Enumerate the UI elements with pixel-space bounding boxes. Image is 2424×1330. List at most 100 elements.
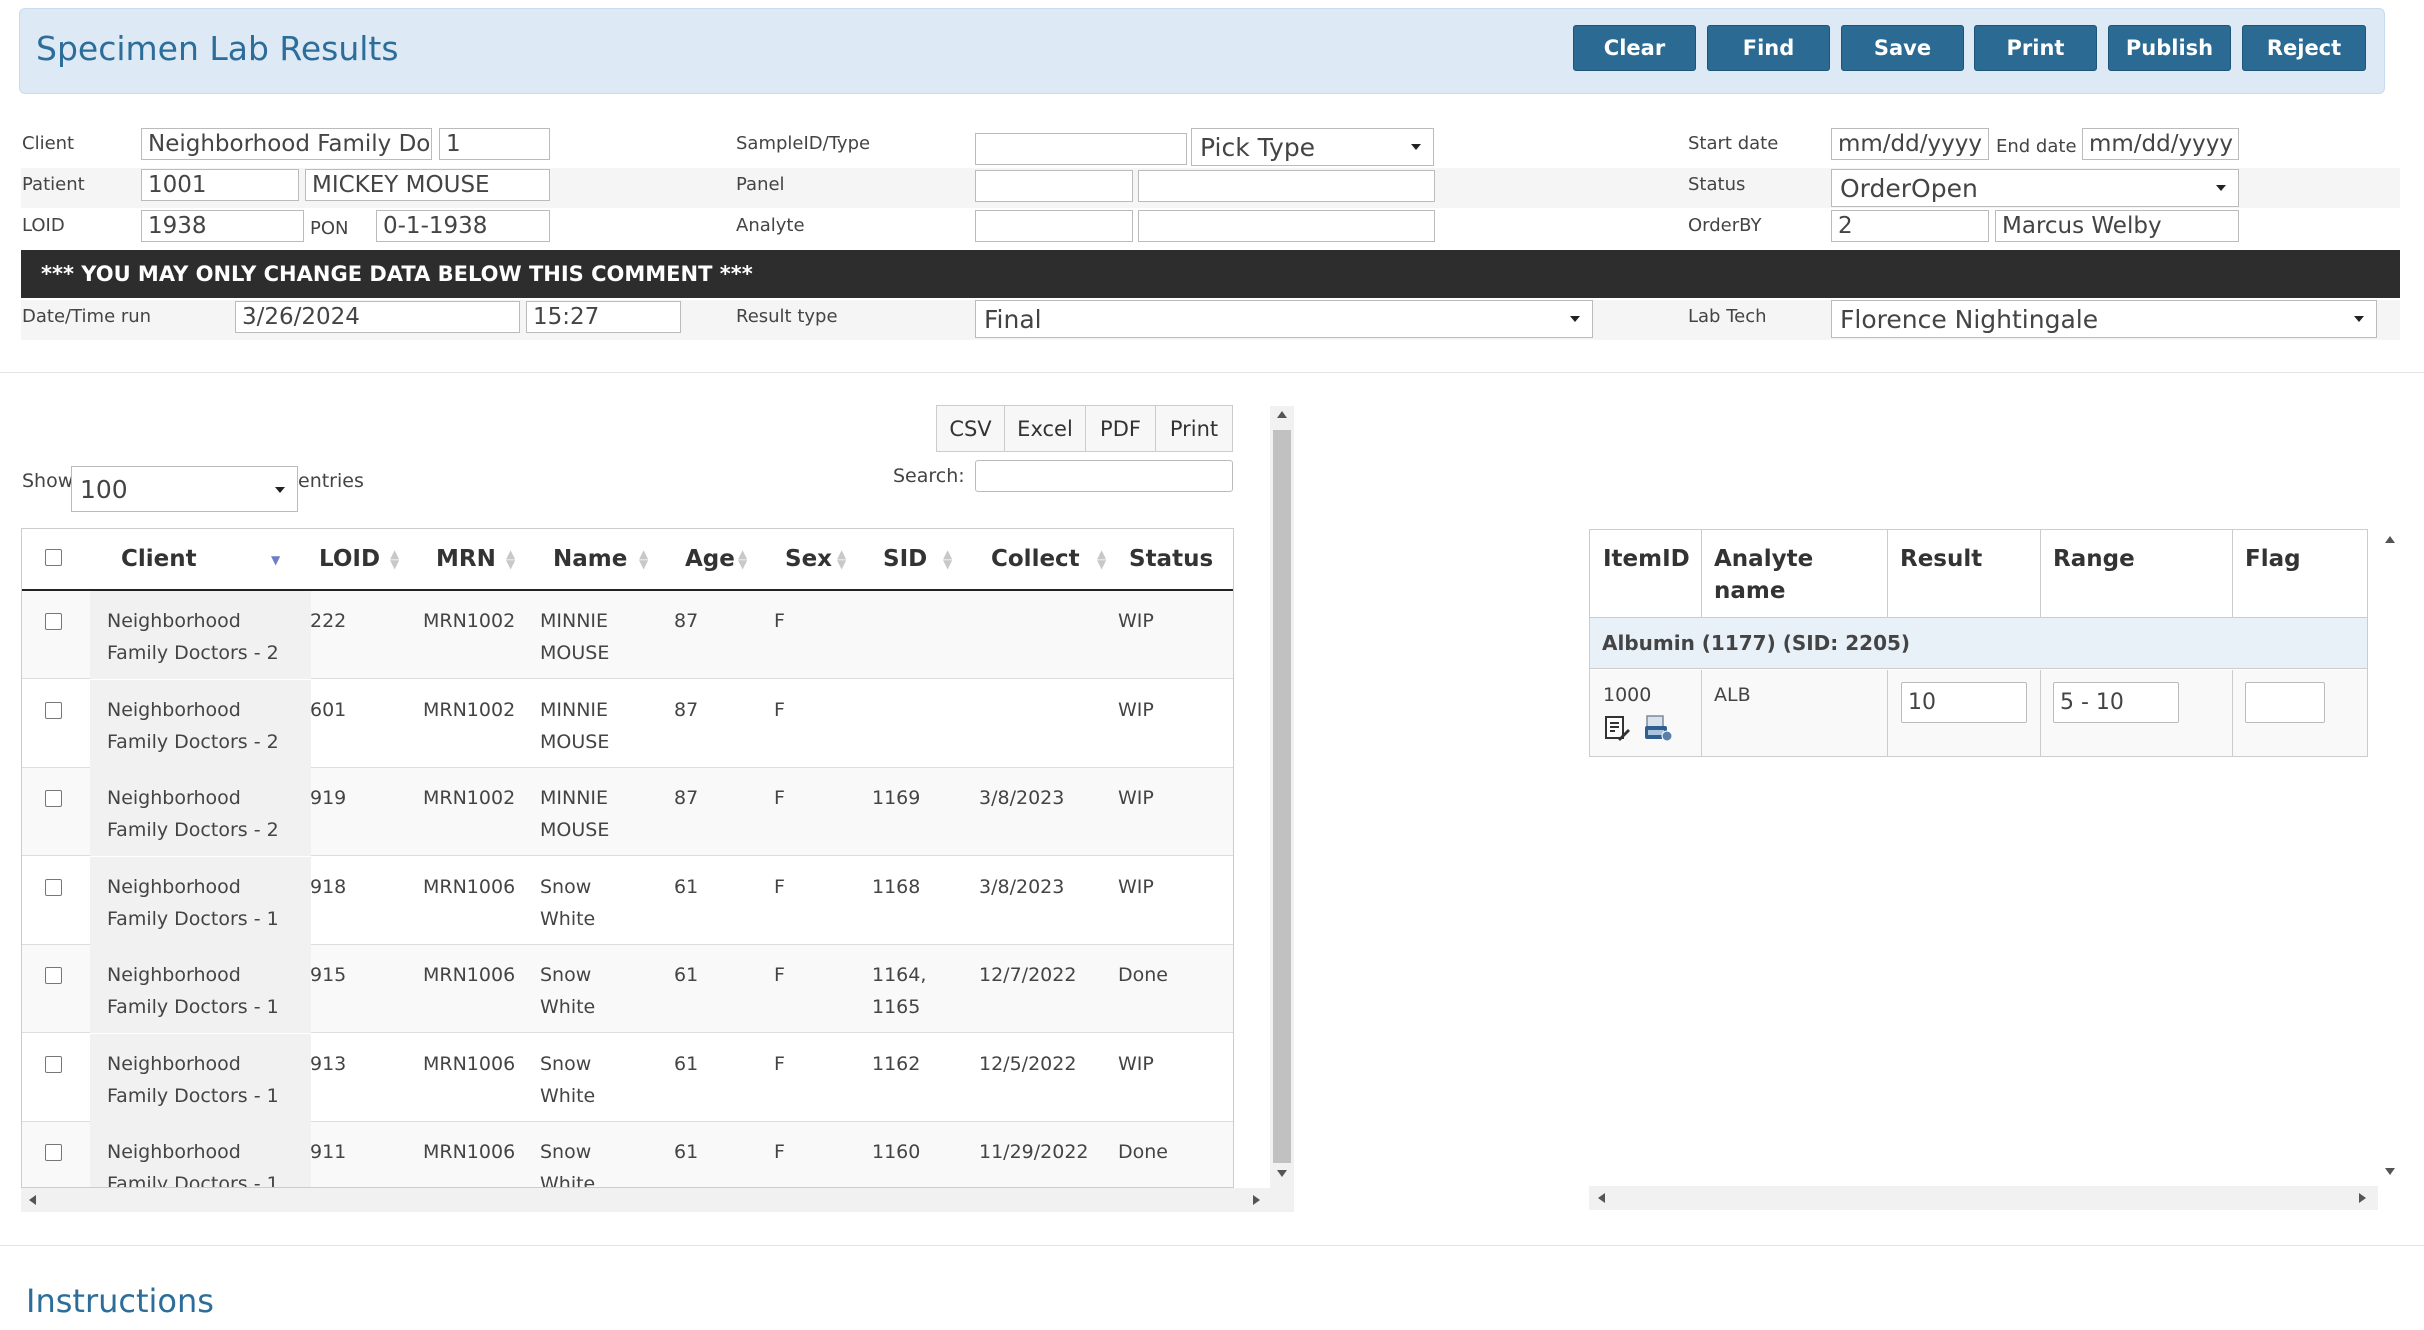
row-checkbox[interactable] — [45, 613, 62, 630]
row-checkbox[interactable] — [45, 1056, 62, 1073]
orderby-id-field[interactable]: 2 — [1831, 210, 1989, 242]
clear-button[interactable]: Clear — [1573, 25, 1696, 71]
sort-icon[interactable]: ▲ ▼ — [390, 548, 399, 570]
table-row[interactable]: Neighborhood Family Doctors - 2 919 MRN10… — [22, 768, 1233, 856]
loid-field[interactable]: 1938 — [141, 210, 304, 242]
client-id-field[interactable]: 1 — [439, 128, 550, 160]
scroll-right-icon[interactable] — [1253, 1195, 1260, 1205]
column-sid[interactable]: SID — [883, 546, 927, 572]
chevron-down-icon — [2216, 185, 2226, 191]
scroll-up-icon[interactable] — [1277, 411, 1287, 418]
sex-cell: F — [774, 964, 785, 986]
sort-icon[interactable]: ▲ ▼ — [943, 548, 952, 570]
sid-cell: 1162 — [872, 1053, 921, 1075]
start-date-field[interactable]: mm/dd/yyyy — [1831, 128, 1989, 160]
analyte-label: Analyte — [736, 215, 805, 236]
column-client[interactable]: Client — [121, 546, 197, 572]
scroll-right-icon[interactable] — [2359, 1193, 2366, 1203]
end-date-field[interactable]: mm/dd/yyyy — [2082, 128, 2239, 160]
age-cell: 87 — [674, 699, 699, 721]
result-type-label: Result type — [736, 306, 838, 327]
export-csv-button[interactable]: CSV — [936, 405, 1005, 452]
loid-cell: 918 — [310, 876, 347, 898]
scroll-left-icon[interactable] — [29, 1195, 36, 1205]
table-row[interactable]: Neighborhood Family Doctors - 1 913 MRN10… — [22, 1034, 1233, 1122]
publish-button[interactable]: Publish — [2108, 25, 2231, 71]
analyte-name-field[interactable] — [1138, 210, 1435, 242]
scroll-down-icon[interactable] — [1277, 1170, 1287, 1177]
row-checkbox[interactable] — [45, 790, 62, 807]
row-checkbox[interactable] — [45, 879, 62, 896]
sort-icon[interactable]: ▲ ▼ — [506, 548, 515, 570]
column-loid[interactable]: LOID — [319, 546, 380, 572]
age-cell: 61 — [674, 1053, 699, 1075]
date-run-field[interactable]: 3/26/2024 — [235, 301, 520, 333]
pon-field[interactable]: 0-1-1938 — [376, 210, 550, 242]
scroll-up-icon[interactable] — [2385, 536, 2395, 543]
name-cell: Snow White — [540, 964, 596, 1018]
mrn-cell: MRN1006 — [423, 1053, 516, 1075]
collect-cell: 12/5/2022 — [979, 1053, 1077, 1075]
entries-per-page-select[interactable]: 100 — [71, 466, 298, 512]
save-button[interactable]: Save — [1841, 25, 1964, 71]
results-header: ItemID Analyte name Result Range Flag — [1590, 530, 2367, 618]
list-horizontal-scrollbar[interactable] — [21, 1188, 1294, 1212]
column-age[interactable]: Age — [685, 546, 735, 572]
range-input[interactable]: 5 - 10 — [2053, 682, 2179, 723]
column-sex[interactable]: Sex — [785, 546, 832, 572]
status-label: Status — [1688, 174, 1746, 195]
column-mrn[interactable]: MRN — [436, 546, 496, 572]
sample-id-field[interactable] — [975, 133, 1187, 165]
sort-icon[interactable]: ▲ ▼ — [837, 548, 846, 570]
column-name[interactable]: Name — [553, 546, 627, 572]
edit-note-icon[interactable] — [1603, 714, 1631, 742]
list-vertical-scrollbar[interactable] — [1270, 406, 1294, 1211]
sort-icon[interactable]: ▲ ▼ — [738, 548, 747, 570]
time-run-field[interactable]: 15:27 — [526, 301, 681, 333]
panel-code-field[interactable] — [975, 170, 1133, 202]
sort-desc-icon[interactable]: ▼ — [271, 554, 280, 566]
table-row[interactable]: Neighborhood Family Doctors - 2 601 MRN10… — [22, 680, 1233, 768]
result-row: 1000 ALB 10 5 - 10 — [1590, 670, 2367, 756]
flag-input[interactable] — [2245, 682, 2325, 723]
result-input[interactable]: 10 — [1901, 682, 2027, 723]
find-button[interactable]: Find — [1707, 25, 1830, 71]
patient-name-field[interactable]: MICKEY MOUSE — [305, 169, 550, 201]
export-print-button[interactable]: Print — [1155, 405, 1233, 452]
table-row[interactable]: Neighborhood Family Doctors - 1 911 MRN10… — [22, 1122, 1233, 1187]
column-collect[interactable]: Collect — [991, 546, 1080, 572]
status-select[interactable]: OrderOpen — [1831, 169, 2239, 207]
lab-report-icon[interactable] — [1643, 714, 1673, 742]
show-label: Show — [22, 470, 74, 492]
row-checkbox[interactable] — [45, 1144, 62, 1161]
sample-type-select[interactable]: Pick Type — [1191, 128, 1434, 166]
scrollbar-thumb[interactable] — [1273, 430, 1291, 1163]
select-all-checkbox[interactable] — [45, 549, 62, 566]
table-row[interactable]: Neighborhood Family Doctors - 1 915 MRN10… — [22, 945, 1233, 1033]
column-status[interactable]: Status — [1129, 546, 1213, 572]
patient-id-field[interactable]: 1001 — [141, 169, 299, 201]
scroll-left-icon[interactable] — [1598, 1193, 1605, 1203]
results-vertical-scrollbar[interactable] — [2378, 528, 2402, 1184]
export-pdf-button[interactable]: PDF — [1085, 405, 1156, 452]
reject-button[interactable]: Reject — [2242, 25, 2366, 71]
client-name-field[interactable]: Neighborhood Family Doct — [141, 128, 432, 160]
result-type-select[interactable]: Final — [975, 300, 1593, 338]
row-checkbox[interactable] — [45, 967, 62, 984]
lab-tech-select[interactable]: Florence Nightingale — [1831, 300, 2377, 338]
analyte-code-field[interactable] — [975, 210, 1133, 242]
table-row[interactable]: Neighborhood Family Doctors - 1 918 MRN10… — [22, 857, 1233, 945]
panel-name-field[interactable] — [1138, 170, 1435, 202]
client-cell: Neighborhood Family Doctors - 2 — [107, 787, 279, 841]
sort-icon[interactable]: ▲ ▼ — [639, 548, 648, 570]
scroll-down-icon[interactable] — [2385, 1168, 2395, 1175]
lab-tech-label: Lab Tech — [1688, 306, 1767, 327]
row-checkbox[interactable] — [45, 702, 62, 719]
results-horizontal-scrollbar[interactable] — [1589, 1186, 2378, 1210]
sort-icon[interactable]: ▲ ▼ — [1097, 548, 1106, 570]
export-excel-button[interactable]: Excel — [1004, 405, 1086, 452]
orderby-name-field[interactable]: Marcus Welby — [1995, 210, 2239, 242]
table-row[interactable]: Neighborhood Family Doctors - 2 222 MRN10… — [22, 591, 1233, 679]
print-button[interactable]: Print — [1974, 25, 2097, 71]
search-input[interactable] — [975, 460, 1233, 492]
